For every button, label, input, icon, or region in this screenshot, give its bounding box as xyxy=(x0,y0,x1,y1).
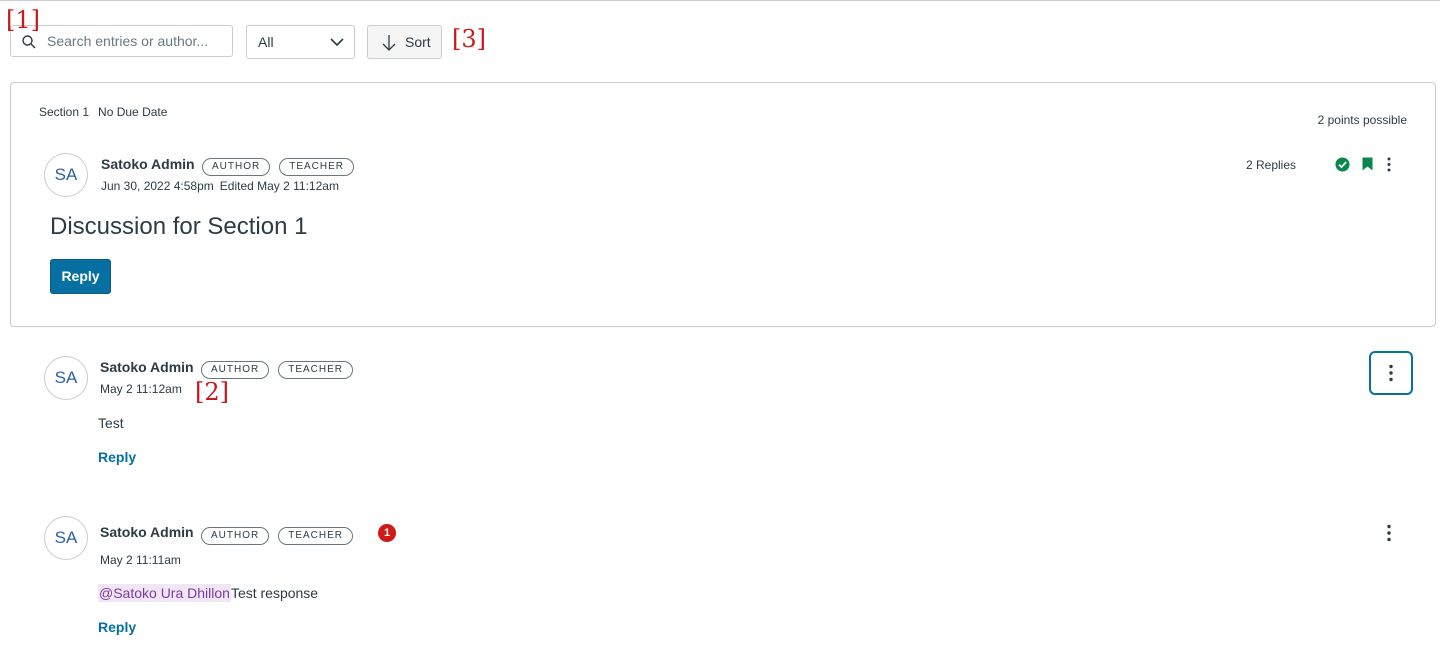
role-pills: AUTHOR TEACHER xyxy=(201,359,362,379)
bookmark-icon[interactable] xyxy=(1362,157,1373,171)
entry-message: @Satoko Ura DhillonTest response xyxy=(98,584,319,602)
role-pills: AUTHOR TEACHER xyxy=(201,525,362,545)
reply-button[interactable]: Reply xyxy=(50,259,111,294)
topic-dateline: Jun 30, 2022 4:58pm Edited May 2 11:12am xyxy=(101,179,339,193)
author-name: Satoko Admin xyxy=(100,359,194,375)
entry-options-button[interactable] xyxy=(1369,351,1413,395)
entry-message: Test xyxy=(98,415,124,431)
role-pill-author: AUTHOR xyxy=(202,158,271,176)
avatar: SA xyxy=(44,516,88,560)
check-circle-icon xyxy=(1335,157,1350,172)
mention-link[interactable]: @Satoko Ura Dhillon xyxy=(98,584,231,602)
role-pill-teacher: TEACHER xyxy=(278,361,354,379)
annotation-label-2: [2] xyxy=(195,378,229,406)
due-date-label: No Due Date xyxy=(98,105,168,119)
search-icon xyxy=(22,35,36,49)
role-pill-teacher: TEACHER xyxy=(279,158,355,176)
topic-actions xyxy=(1326,155,1406,175)
replies-count: 2 Replies xyxy=(1245,158,1296,172)
kebab-icon[interactable] xyxy=(1387,524,1391,542)
author-name: Satoko Admin xyxy=(101,156,195,172)
avatar: SA xyxy=(44,356,88,400)
top-divider xyxy=(0,0,1440,1)
sort-button-label: Sort xyxy=(405,34,431,50)
edited-date: Edited May 2 11:12am xyxy=(219,179,339,193)
posted-date: Jun 30, 2022 4:58pm xyxy=(101,179,214,193)
annotation-label-3: [3] xyxy=(452,25,486,53)
entry-date: May 2 11:11am xyxy=(100,553,181,567)
topic-title: Discussion for Section 1 xyxy=(50,213,308,240)
topic-meta: Section 1 No Due Date xyxy=(39,105,167,119)
annotation-label-1: [1] xyxy=(6,6,40,34)
reply-link[interactable]: Reply xyxy=(98,619,136,635)
search-field[interactable] xyxy=(10,25,233,57)
avatar: SA xyxy=(44,153,88,197)
role-pill-author: AUTHOR xyxy=(201,361,270,379)
filter-select[interactable]: All xyxy=(246,25,355,59)
entry-date: May 2 11:12am xyxy=(100,382,182,396)
role-pill-author: AUTHOR xyxy=(201,527,270,545)
topic-card: Section 1 No Due Date 2 points possible S… xyxy=(10,82,1436,327)
kebab-icon xyxy=(1389,364,1393,382)
points-possible: 2 points possible xyxy=(1317,113,1407,127)
arrow-down-icon xyxy=(382,35,396,51)
filter-select-value: All xyxy=(258,34,274,50)
search-input[interactable] xyxy=(47,30,227,52)
sort-button[interactable]: Sort xyxy=(367,25,442,59)
author-name: Satoko Admin xyxy=(100,524,194,540)
kebab-icon[interactable] xyxy=(1387,157,1391,172)
section-label: Section 1 xyxy=(39,105,90,119)
unread-badge: 1 xyxy=(378,524,396,542)
role-pill-teacher: TEACHER xyxy=(278,527,354,545)
entry-message-text: Test response xyxy=(230,585,319,601)
reply-link[interactable]: Reply xyxy=(98,449,136,465)
chevron-down-icon xyxy=(330,38,344,47)
role-pills: AUTHOR TEACHER xyxy=(202,156,363,176)
